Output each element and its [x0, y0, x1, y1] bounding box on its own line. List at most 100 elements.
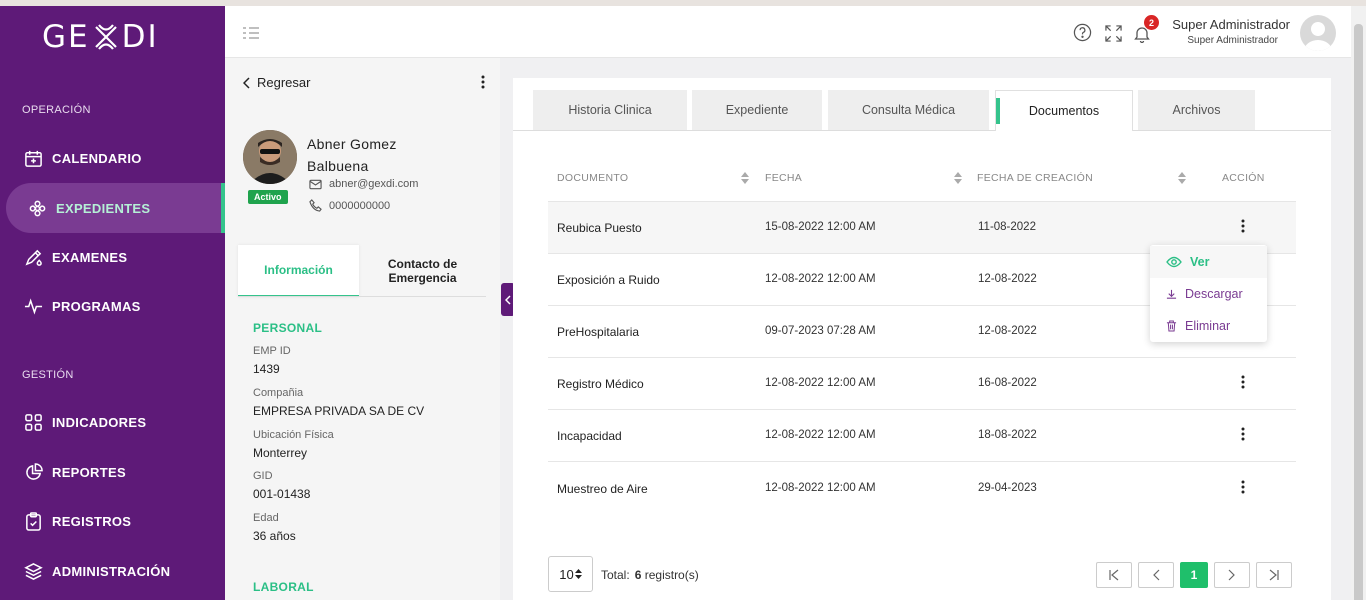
sidebar-item-calendario[interactable]: CALENDARIO	[0, 133, 225, 183]
pulse-icon	[24, 297, 43, 316]
column-header-documento[interactable]: DOCUMENTO	[557, 172, 628, 184]
help-icon[interactable]	[1073, 23, 1092, 47]
sidebar-item-indicadores[interactable]: INDICADORES	[0, 397, 225, 447]
next-page-button[interactable]	[1214, 562, 1250, 588]
column-header-fecha-creacion[interactable]: FECHA DE CREACIÓN	[977, 172, 1093, 184]
chevron-right-icon	[1228, 569, 1235, 581]
calendar-icon	[24, 149, 43, 168]
sidebar-item-administracion[interactable]: ADMINISTRACIÓN	[0, 546, 225, 596]
prev-page-button[interactable]	[1138, 562, 1174, 588]
patient-email: abner@gexdi.com	[309, 178, 418, 190]
phone-icon	[309, 199, 322, 212]
sidebar: GE DI OPERACIÓN CALENDARIO EXPEDIENTES E…	[0, 6, 225, 600]
sort-icon[interactable]	[954, 171, 962, 189]
tab-consulta-medica[interactable]: Consulta Médica	[828, 90, 989, 130]
pie-chart-icon	[24, 462, 43, 482]
sidebar-item-expedientes[interactable]: EXPEDIENTES	[6, 183, 225, 233]
tab-archivos[interactable]: Archivos	[1138, 90, 1255, 130]
field-value-ubicacion: Monterrey	[253, 446, 308, 460]
sort-icon[interactable]	[741, 171, 749, 189]
table-row[interactable]: Registro Médico 12-08-2022 12:00 AM 16-0…	[548, 357, 1296, 409]
sidebar-item-registros[interactable]: REGISTROS	[0, 496, 225, 546]
patient-profile-panel: Regresar Activo Abner Gomez Balbuena abn…	[225, 58, 500, 600]
row-actions-icon[interactable]	[1241, 427, 1245, 446]
user-avatar[interactable]	[1300, 15, 1336, 51]
field-label-ubicacion: Ubicación Física	[253, 429, 334, 441]
section-label-gestion: GESTIÓN	[22, 369, 74, 381]
sidebar-item-reportes[interactable]: REPORTES	[0, 447, 225, 497]
back-button[interactable]: Regresar	[243, 75, 310, 90]
tab-informacion[interactable]: Información	[238, 245, 359, 297]
cell-fecha-creacion: 12-08-2022	[978, 273, 1037, 285]
tab-documentos[interactable]: Documentos	[995, 90, 1133, 131]
cell-fecha-creacion: 29-04-2023	[978, 482, 1037, 494]
field-value-gid: 001-01438	[253, 487, 311, 501]
row-actions-icon[interactable]	[1241, 375, 1245, 394]
cell-fecha: 09-07-2023 07:28 AM	[765, 325, 876, 337]
notification-badge: 2	[1144, 15, 1159, 30]
app-logo[interactable]: GE DI	[42, 19, 159, 55]
cell-documento: Registro Médico	[557, 377, 644, 391]
layers-icon	[24, 562, 43, 581]
row-actions-icon[interactable]	[1241, 480, 1245, 499]
trash-icon	[1166, 320, 1177, 332]
cell-documento: Muestreo de Aire	[557, 482, 648, 496]
profile-options-icon[interactable]	[481, 75, 485, 94]
field-value-emp-id: 1439	[253, 362, 280, 376]
row-actions-menu: Ver Descargar Eliminar	[1150, 245, 1267, 342]
row-actions-icon[interactable]	[1241, 219, 1245, 238]
cell-fecha: 12-08-2022 12:00 AM	[765, 482, 876, 494]
tabs-underline	[1133, 130, 1331, 131]
top-header: 2 Super Administrador Super Administrado…	[225, 6, 1351, 58]
pen-drop-icon	[24, 248, 43, 267]
tab-historia-clinica[interactable]: Historia Clinica	[533, 90, 687, 130]
menu-item-descargar[interactable]: Descargar	[1150, 278, 1267, 310]
tab-contacto-emergencia[interactable]: Contacto de Emergencia	[359, 245, 486, 297]
cell-documento: Incapacidad	[557, 429, 622, 443]
per-page-select[interactable]: 10	[548, 556, 593, 592]
section-personal: PERSONAL	[253, 321, 323, 335]
section-laboral: LABORAL	[253, 580, 314, 594]
cell-fecha-creacion: 11-08-2022	[978, 221, 1036, 233]
cell-fecha-creacion: 16-08-2022	[978, 377, 1037, 389]
grid-icon	[24, 413, 43, 432]
cell-fecha-creacion: 18-08-2022	[978, 429, 1037, 441]
patient-photo	[243, 130, 297, 184]
patient-phone: 0000000000	[309, 199, 390, 212]
menu-item-ver[interactable]: Ver	[1150, 246, 1267, 278]
table-row[interactable]: Muestreo de Aire 12-08-2022 12:00 AM 29-…	[548, 461, 1296, 513]
sidebar-item-programas[interactable]: PROGRAMAS	[0, 281, 225, 331]
download-icon	[1166, 289, 1177, 299]
status-badge: Activo	[248, 190, 288, 204]
page-button-current[interactable]: 1	[1180, 562, 1208, 588]
sort-icon[interactable]	[1178, 171, 1186, 189]
cell-fecha: 12-08-2022 12:00 AM	[765, 377, 876, 389]
column-header-fecha[interactable]: FECHA	[765, 172, 802, 184]
field-label-emp-id: EMP ID	[253, 345, 291, 357]
cell-fecha: 12-08-2022 12:00 AM	[765, 429, 876, 441]
menu-toggle-icon[interactable]	[242, 26, 260, 45]
sidebar-item-examenes[interactable]: EXAMENES	[0, 232, 225, 282]
field-label-gid: GID	[253, 470, 273, 482]
chevron-left-icon	[243, 76, 250, 89]
field-value-edad: 36 años	[253, 529, 296, 543]
eye-icon	[1166, 256, 1182, 268]
user-name[interactable]: Super Administrador	[1172, 17, 1290, 32]
column-header-accion: ACCIÓN	[1222, 172, 1265, 184]
tab-expediente[interactable]: Expediente	[692, 90, 822, 130]
field-label-compania: Compañia	[253, 387, 304, 399]
scrollbar-thumb[interactable]	[1354, 24, 1363, 600]
logo-x-icon	[91, 22, 121, 52]
fullscreen-icon[interactable]	[1105, 25, 1122, 47]
cell-documento: PreHospitalaria	[557, 325, 640, 339]
page-scrollbar[interactable]	[1351, 6, 1366, 600]
tabs-underline-left	[513, 130, 995, 131]
last-page-button[interactable]	[1256, 562, 1292, 588]
first-page-icon	[1109, 569, 1119, 581]
cell-documento: Exposición a Ruido	[557, 273, 660, 287]
menu-item-eliminar[interactable]: Eliminar	[1150, 310, 1267, 342]
field-label-edad: Edad	[253, 512, 279, 524]
table-row[interactable]: Incapacidad 12-08-2022 12:00 AM 18-08-20…	[548, 409, 1296, 461]
first-page-button[interactable]	[1096, 562, 1132, 588]
clipboard-icon	[24, 511, 43, 531]
